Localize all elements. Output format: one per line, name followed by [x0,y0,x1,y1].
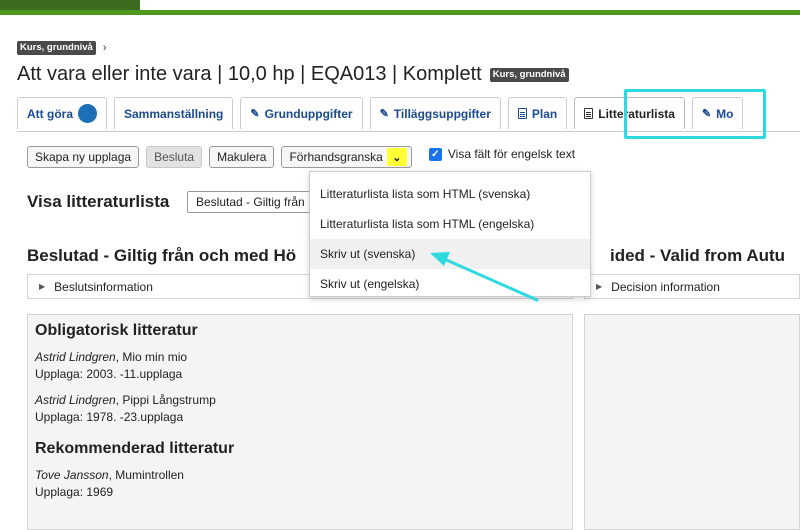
book-title: , Mio min mio [115,350,188,364]
menu-item-print-sv[interactable]: Skriv ut (svenska) [310,239,590,269]
notification-dot-icon [78,104,97,123]
list-item: Astrid Lindgren, Pippi Långstrump Upplag… [35,392,565,426]
caret-right-icon: ▶ [39,282,46,291]
book-author: Astrid Lindgren [35,350,116,364]
cancel-edition-button[interactable]: Makulera [209,146,275,168]
page-title-text: Att vara eller inte vara | 10,0 hp | EQA… [17,63,482,85]
tab-label: Grunduppgifter [264,106,353,121]
breadcrumb: Kurs, grundnivå › [17,41,107,55]
section-title: Obligatorisk litteratur [35,322,198,339]
top-bar [0,0,800,15]
book-title: , Pippi Långstrump [115,393,216,407]
decide-button[interactable]: Besluta [146,146,203,168]
book-edition: Upplaga: 2003. -11.upplaga [35,367,183,381]
menu-item-print-en[interactable]: Skriv ut (engelska) [310,269,590,299]
menu-item-html-en[interactable]: Litteraturlista lista som HTML (engelska… [310,209,590,239]
preview-dropdown-menu: Litteraturlista lista som HTML (svenska)… [309,171,591,297]
decision-info-label: Beslutsinformation [54,279,153,294]
chevron-down-icon: ⌄ [386,148,407,166]
decision-info-expander-en[interactable]: ▶ Decision information [584,274,800,299]
toolbar: Skapa ny upplaga Besluta Makulera Förhan… [27,146,575,168]
book-title: , Mumintrollen [108,468,184,482]
tab-label: Tilläggsuppgifter [393,106,491,121]
tab-tillaggsuppgifter[interactable]: ✎ Tilläggsuppgifter [369,97,501,129]
tab-label: Att göra [27,106,73,121]
breadcrumb-badge[interactable]: Kurs, grundnivå [17,41,96,55]
annotation-highlight-box [624,89,766,139]
caret-right-icon: ▶ [596,282,603,291]
decision-info-label-en: Decision information [611,279,720,294]
tab-plan[interactable]: Plan [507,97,568,129]
preview-dropdown-button[interactable]: Förhandsgranska ⌄ [281,146,412,168]
level-badge: Kurs, grundnivå [489,67,569,82]
section-title: Rekommenderad litteratur [35,440,235,457]
tab-label: Sammanställning [124,106,224,121]
list-item: Astrid Lindgren, Mio min mio Upplaga: 20… [35,349,565,383]
top-bar-dark-segment [0,0,140,10]
pencil-icon: ✎ [379,108,389,120]
english-fields-toggle[interactable]: ✓ Visa fält för engelsk text [428,147,576,161]
breadcrumb-separator: › [102,42,107,54]
book-author: Astrid Lindgren [35,393,116,407]
new-edition-button[interactable]: Skapa ny upplaga [27,146,140,168]
tab-grunduppgifter[interactable]: ✎ Grunduppgifter [240,97,363,129]
menu-item-html-sv[interactable]: Litteraturlista lista som HTML (svenska) [310,179,590,209]
version-select[interactable]: Beslutad - Giltig från [187,191,317,213]
view-label: Visa litteraturlista [27,192,170,211]
page-title: Att vara eller inte vara | 10,0 hp | EQA… [17,63,569,86]
top-bar-accent-line [0,10,800,15]
book-author: Tove Jansson [35,468,109,482]
tab-label: Plan [531,106,558,121]
list-item: Tove Jansson, Mumintrollen Upplaga: 1969 [35,467,565,501]
pencil-icon: ✎ [250,108,260,120]
right-column-heading: ided - Valid from Autu [610,246,786,265]
tab-att-gora[interactable]: Att göra [17,97,107,129]
literature-panel: Obligatorisk litteratur Astrid Lindgren,… [27,314,573,530]
tab-sammanstallning[interactable]: Sammanställning [114,97,234,129]
document-icon [517,108,527,119]
left-column-heading: Beslutad - Giltig från och med Hö [27,246,297,265]
preview-label: Förhandsgranska [289,150,383,164]
literature-panel-en [584,314,800,530]
document-icon [584,108,594,119]
book-edition: Upplaga: 1978. -23.upplaga [35,410,184,424]
english-fields-label: Visa fält för engelsk text [447,147,576,161]
checkbox-checked-icon[interactable]: ✓ [428,147,442,161]
book-edition: Upplaga: 1969 [35,485,114,499]
